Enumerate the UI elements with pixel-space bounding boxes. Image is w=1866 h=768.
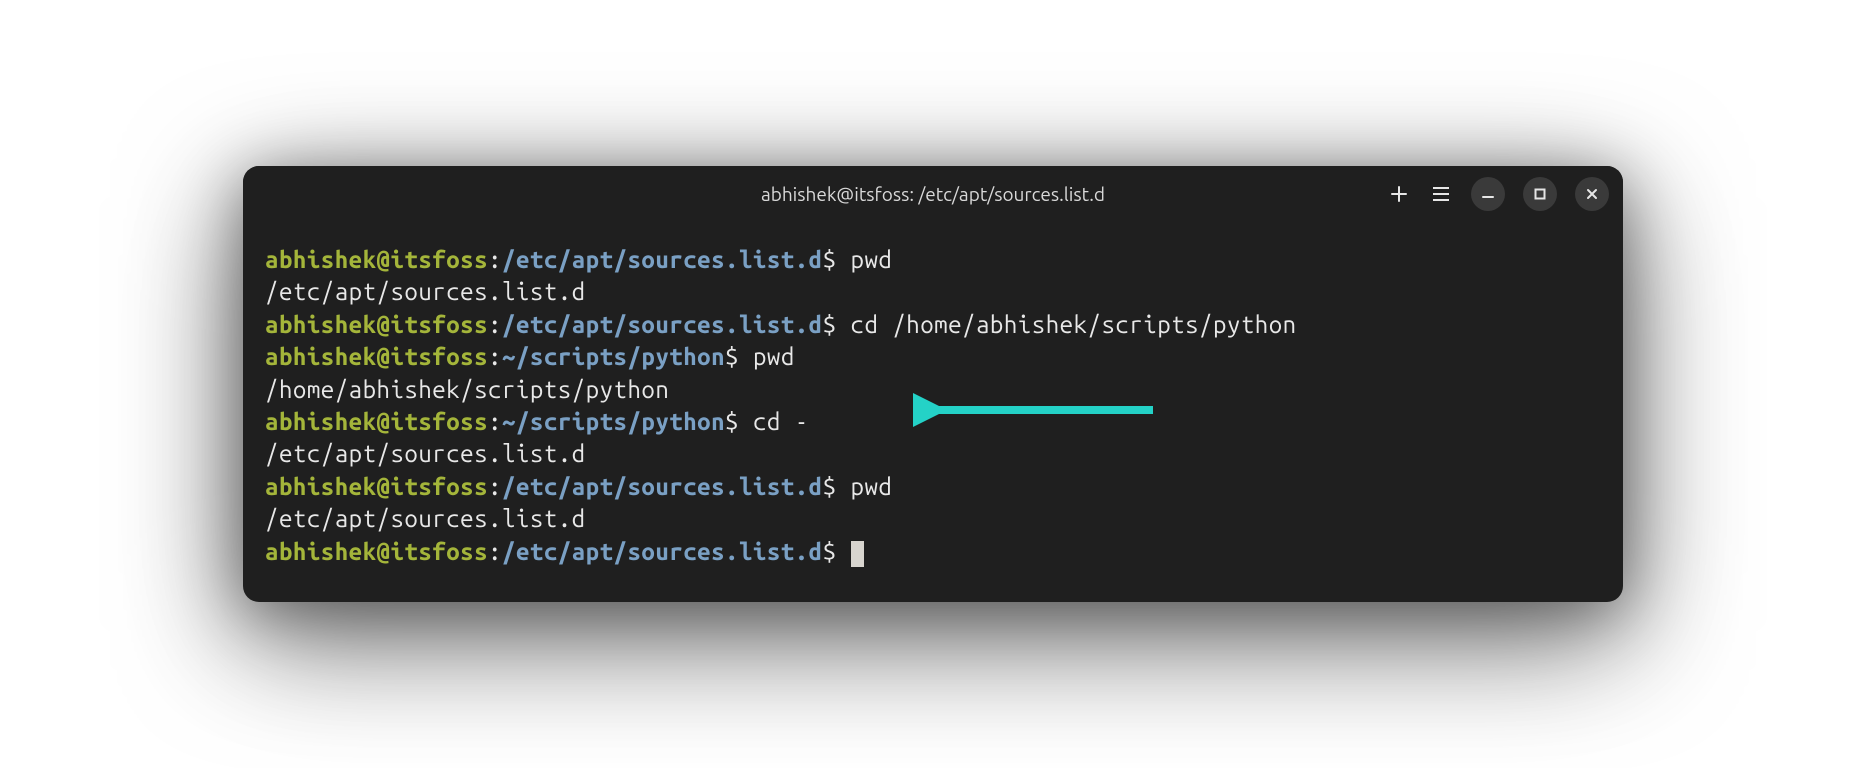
terminal-output: /home/abhishek/scripts/python: [265, 374, 1601, 406]
terminal-line: abhishek@itsfoss:/etc/apt/sources.list.d…: [265, 244, 1601, 276]
terminal-window: abhishek@itsfoss: /etc/apt/sources.list.…: [243, 166, 1623, 602]
prompt-path: /etc/apt/sources.list.d: [502, 246, 823, 273]
prompt-dollar: $: [725, 408, 739, 435]
terminal-window-wrapper: abhishek@itsfoss: /etc/apt/sources.list.…: [243, 166, 1623, 602]
prompt-path: /etc/apt/sources.list.d: [502, 538, 823, 565]
new-tab-button[interactable]: [1387, 182, 1411, 206]
window-controls: [1387, 177, 1609, 211]
terminal-body[interactable]: abhishek@itsfoss:/etc/apt/sources.list.d…: [243, 222, 1623, 602]
terminal-output: /etc/apt/sources.list.d: [265, 438, 1601, 470]
minimize-button[interactable]: [1471, 177, 1505, 211]
prompt-dollar: $: [823, 246, 837, 273]
prompt-colon: :: [488, 408, 502, 435]
terminal-line: abhishek@itsfoss:/etc/apt/sources.list.d…: [265, 309, 1601, 341]
terminal-line: abhishek@itsfoss:~/scripts/python$ pwd: [265, 341, 1601, 373]
prompt-dollar: $: [823, 473, 837, 500]
prompt-user: abhishek@itsfoss: [265, 408, 488, 435]
terminal-output: /etc/apt/sources.list.d: [265, 276, 1601, 308]
maximize-button[interactable]: [1523, 177, 1557, 211]
prompt-colon: :: [488, 343, 502, 370]
terminal-line: abhishek@itsfoss:/etc/apt/sources.list.d…: [265, 536, 1601, 568]
terminal-line: abhishek@itsfoss:~/scripts/python$ cd -: [265, 406, 1601, 438]
close-button[interactable]: [1575, 177, 1609, 211]
prompt-colon: :: [488, 538, 502, 565]
prompt-path: ~/scripts/python: [502, 343, 725, 370]
command-text: pwd: [739, 343, 795, 370]
prompt-path: ~/scripts/python: [502, 408, 725, 435]
prompt-user: abhishek@itsfoss: [265, 343, 488, 370]
command-text: [837, 538, 864, 565]
prompt-dollar: $: [725, 343, 739, 370]
terminal-line: abhishek@itsfoss:/etc/apt/sources.list.d…: [265, 471, 1601, 503]
prompt-path: /etc/apt/sources.list.d: [502, 473, 823, 500]
window-title: abhishek@itsfoss: /etc/apt/sources.list.…: [761, 183, 1105, 205]
prompt-colon: :: [488, 311, 502, 338]
prompt-path: /etc/apt/sources.list.d: [502, 311, 823, 338]
prompt-dollar: $: [823, 538, 837, 565]
prompt-colon: :: [488, 473, 502, 500]
command-text: cd /home/abhishek/scripts/python: [837, 311, 1297, 338]
prompt-user: abhishek@itsfoss: [265, 246, 488, 273]
prompt-user: abhishek@itsfoss: [265, 538, 488, 565]
prompt-dollar: $: [823, 311, 837, 338]
titlebar: abhishek@itsfoss: /etc/apt/sources.list.…: [243, 166, 1623, 222]
terminal-output: /etc/apt/sources.list.d: [265, 503, 1601, 535]
command-text: pwd: [837, 473, 893, 500]
command-text: cd -: [739, 408, 809, 435]
command-text: pwd: [837, 246, 893, 273]
prompt-user: abhishek@itsfoss: [265, 473, 488, 500]
prompt-user: abhishek@itsfoss: [265, 311, 488, 338]
hamburger-menu-button[interactable]: [1429, 182, 1453, 206]
prompt-colon: :: [488, 246, 502, 273]
cursor-block: [851, 541, 864, 567]
